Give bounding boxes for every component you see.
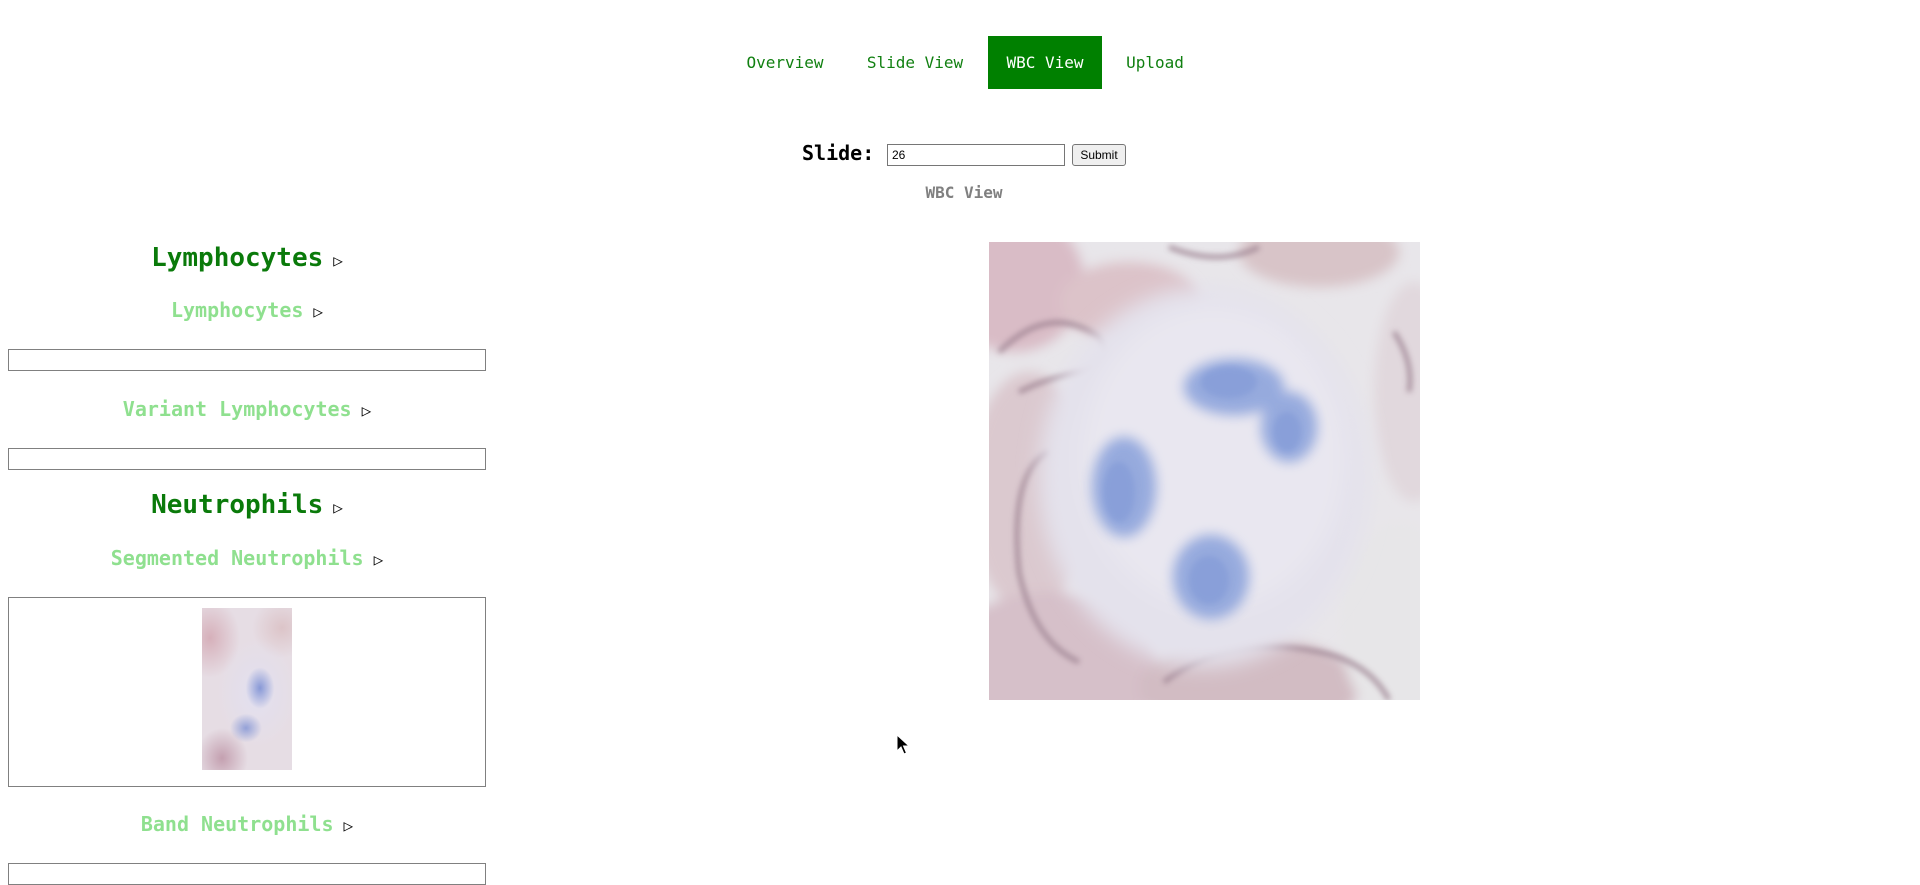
wbc-cell-image bbox=[989, 242, 1420, 700]
expand-arrow-icon[interactable]: ▷ bbox=[362, 401, 372, 420]
mouse-cursor-icon bbox=[896, 734, 910, 755]
nav-overview[interactable]: Overview bbox=[726, 36, 844, 89]
subgroup-heading-segmented-neutrophils: Segmented Neutrophils ▷ bbox=[0, 546, 494, 570]
group-heading-label: Lymphocytes bbox=[151, 243, 324, 273]
subgroup-heading-label: Segmented Neutrophils bbox=[110, 546, 364, 570]
nav-slide-view[interactable]: Slide View bbox=[852, 36, 978, 89]
subgroup-heading-label: Variant Lymphocytes bbox=[122, 397, 352, 421]
subgroup-heading-variant-lymphocytes: Variant Lymphocytes ▷ bbox=[0, 397, 494, 421]
group-heading-neutrophils: Neutrophils ▷ bbox=[0, 490, 494, 520]
expand-arrow-icon[interactable]: ▷ bbox=[374, 550, 384, 569]
segmented-neutrophils-cell-container bbox=[8, 597, 486, 787]
top-nav: Overview Slide View WBC View Upload bbox=[0, 36, 1920, 89]
cell-thumbnail[interactable] bbox=[202, 608, 292, 770]
slide-number-input[interactable] bbox=[887, 144, 1065, 166]
subgroup-heading-band-neutrophils: Band Neutrophils ▷ bbox=[0, 812, 494, 836]
subgroup-heading-lymphocytes: Lymphocytes ▷ bbox=[0, 298, 494, 322]
page-subtitle: WBC View bbox=[925, 183, 1003, 202]
nav-wbc-view[interactable]: WBC View bbox=[988, 36, 1102, 89]
variant-lymphocytes-cell-container bbox=[8, 448, 486, 470]
group-heading-lymphocytes: Lymphocytes ▷ bbox=[0, 243, 494, 273]
subgroup-heading-label: Lymphocytes bbox=[170, 298, 304, 322]
band-neutrophils-cell-container bbox=[8, 863, 486, 885]
expand-arrow-icon[interactable]: ▷ bbox=[313, 302, 323, 321]
expand-arrow-icon[interactable]: ▷ bbox=[333, 498, 343, 517]
nav-upload[interactable]: Upload bbox=[1112, 36, 1198, 89]
slide-label: Slide: bbox=[802, 141, 875, 165]
expand-arrow-icon[interactable]: ▷ bbox=[333, 251, 343, 270]
expand-arrow-icon[interactable]: ▷ bbox=[344, 816, 354, 835]
lymphocytes-cell-container bbox=[8, 349, 486, 371]
subgroup-heading-label: Band Neutrophils bbox=[140, 812, 334, 836]
group-heading-label: Neutrophils bbox=[151, 490, 324, 520]
submit-button[interactable]: Submit bbox=[1072, 144, 1126, 166]
